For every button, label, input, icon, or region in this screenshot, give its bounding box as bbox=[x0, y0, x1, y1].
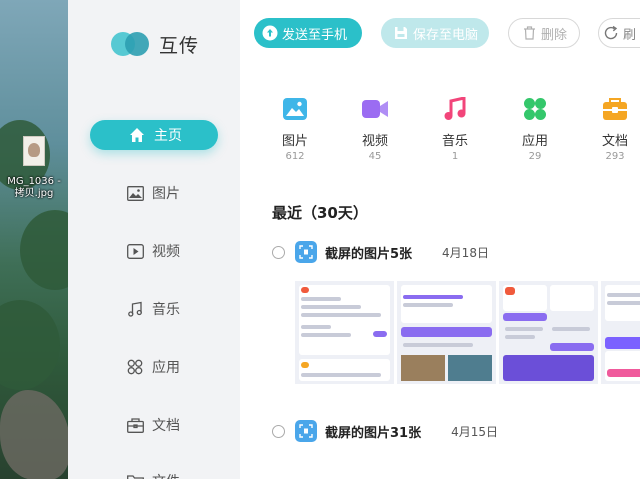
screenshot-icon bbox=[295, 241, 317, 263]
category-count: 612 bbox=[285, 151, 305, 162]
sidebar-item-label: 视频 bbox=[152, 244, 180, 260]
image-icon bbox=[282, 96, 308, 122]
sidebar-item-label: 图片 bbox=[152, 186, 180, 202]
folder-icon bbox=[126, 472, 144, 479]
category-music[interactable]: 音乐 1 bbox=[425, 96, 485, 162]
category-label: 图片 bbox=[281, 134, 308, 149]
category-apps[interactable]: 应用 29 bbox=[505, 96, 565, 162]
category-count: 45 bbox=[368, 151, 382, 162]
refresh-button[interactable]: 刷 bbox=[598, 18, 640, 48]
refresh-label: 刷 bbox=[623, 27, 637, 43]
video-icon bbox=[126, 242, 144, 260]
screenshot-thumbnail[interactable] bbox=[295, 281, 394, 384]
save-to-pc-label: 保存至电脑 bbox=[413, 27, 479, 43]
group-select-radio[interactable] bbox=[272, 245, 285, 259]
sidebar-item-documents[interactable]: 文档 bbox=[90, 410, 218, 440]
save-icon bbox=[393, 25, 409, 41]
apps-icon bbox=[126, 358, 144, 376]
category-videos[interactable]: 视频 45 bbox=[345, 96, 405, 162]
music-icon bbox=[442, 96, 468, 122]
screenshot-icon bbox=[295, 420, 317, 442]
video-icon bbox=[362, 96, 388, 122]
sidebar-item-apps[interactable]: 应用 bbox=[90, 352, 218, 382]
category-count: 293 bbox=[605, 151, 625, 162]
send-to-phone-button[interactable]: 发送至手机 bbox=[254, 18, 362, 48]
file-thumbnail bbox=[23, 136, 45, 166]
trash-icon bbox=[521, 25, 537, 41]
send-to-phone-label: 发送至手机 bbox=[282, 27, 348, 43]
group-title: 截屏的图片31张 bbox=[325, 425, 422, 441]
refresh-icon bbox=[603, 25, 619, 41]
screenshot-thumbnail[interactable] bbox=[601, 281, 640, 384]
recent-section-title: 最近（30天） bbox=[272, 204, 368, 222]
sidebar-item-images[interactable]: 图片 bbox=[90, 178, 218, 208]
app-name: 互传 bbox=[159, 34, 200, 57]
apps-icon bbox=[522, 96, 548, 122]
main-panel: 发送至手机 保存至电脑 删除 刷 图片 612 视频 45 音乐 1 应用 29… bbox=[240, 0, 640, 479]
sidebar-item-music[interactable]: 音乐 bbox=[90, 294, 218, 324]
image-icon bbox=[126, 184, 144, 202]
sidebar-item-label: 文件 bbox=[152, 471, 180, 479]
group-select-radio[interactable] bbox=[272, 424, 285, 438]
category-count: 1 bbox=[451, 151, 459, 162]
delete-button[interactable]: 删除 bbox=[508, 18, 580, 48]
upload-icon bbox=[262, 25, 278, 41]
sidebar-item-videos[interactable]: 视频 bbox=[90, 236, 218, 266]
document-icon bbox=[126, 416, 144, 434]
sidebar-item-home[interactable]: 主页 bbox=[90, 120, 218, 150]
logo-icon bbox=[111, 30, 153, 58]
sidebar-item-label: 应用 bbox=[152, 360, 180, 376]
group-title: 截屏的图片5张 bbox=[325, 246, 413, 262]
desktop-file-name: MG_1036 - 拷贝.jpg bbox=[7, 176, 61, 199]
delete-label: 删除 bbox=[541, 27, 568, 43]
screenshot-thumbnail[interactable] bbox=[499, 281, 598, 384]
screenshot-thumbnail[interactable] bbox=[397, 281, 496, 384]
category-images[interactable]: 图片 612 bbox=[265, 96, 325, 162]
category-documents[interactable]: 文档 293 bbox=[585, 96, 640, 162]
desktop-background: MG_1036 - 拷贝.jpg bbox=[0, 0, 68, 479]
sidebar-item-label: 主页 bbox=[154, 128, 182, 144]
sidebar-item-label: 音乐 bbox=[152, 302, 180, 318]
category-label: 视频 bbox=[361, 134, 388, 149]
music-icon bbox=[126, 300, 144, 318]
document-icon bbox=[602, 96, 628, 122]
category-count: 29 bbox=[528, 151, 542, 162]
group-date: 4月18日 bbox=[442, 245, 489, 260]
sidebar-item-files[interactable]: 文件 bbox=[90, 466, 218, 479]
category-label: 音乐 bbox=[441, 134, 468, 149]
app-logo: 互传 bbox=[111, 30, 199, 58]
recent-group: 截屏的图片5张 4月18日 bbox=[272, 239, 489, 265]
save-to-pc-button[interactable]: 保存至电脑 bbox=[381, 18, 489, 48]
home-icon bbox=[128, 126, 146, 144]
recent-group: 截屏的图片31张 4月15日 bbox=[272, 418, 498, 444]
category-label: 应用 bbox=[521, 134, 548, 149]
sidebar: 互传 主页 图片 视频 音乐 应用 文档 bbox=[68, 0, 240, 479]
desktop-file[interactable]: MG_1036 - 拷贝.jpg bbox=[6, 136, 62, 200]
group-date: 4月15日 bbox=[451, 424, 498, 439]
category-label: 文档 bbox=[601, 134, 628, 149]
sidebar-item-label: 文档 bbox=[152, 418, 180, 434]
